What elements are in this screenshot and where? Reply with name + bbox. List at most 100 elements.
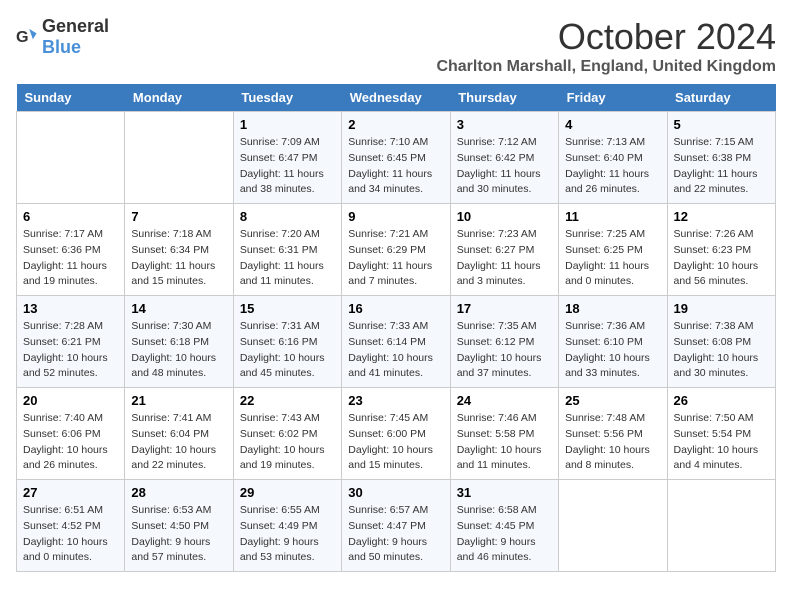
calendar-cell <box>125 112 233 204</box>
logo: G General Blue <box>16 16 109 58</box>
day-detail: Sunrise: 7:26 AMSunset: 6:23 PMDaylight:… <box>674 227 769 290</box>
day-header-sunday: Sunday <box>17 84 125 112</box>
day-number: 2 <box>348 117 443 132</box>
calendar-cell: 15Sunrise: 7:31 AMSunset: 6:16 PMDayligh… <box>233 296 341 388</box>
day-number: 6 <box>23 209 118 224</box>
day-detail: Sunrise: 6:55 AMSunset: 4:49 PMDaylight:… <box>240 503 335 566</box>
day-number: 16 <box>348 301 443 316</box>
day-number: 1 <box>240 117 335 132</box>
header: G General Blue October 2024 Charlton Mar… <box>16 16 776 76</box>
calendar-cell: 1 Sunrise: 7:09 AMSunset: 6:47 PMDaylight… <box>233 112 341 204</box>
calendar-cell: 11Sunrise: 7:25 AMSunset: 6:25 PMDayligh… <box>559 204 667 296</box>
day-number: 14 <box>131 301 226 316</box>
day-number: 12 <box>674 209 769 224</box>
day-detail: Sunrise: 7:35 AMSunset: 6:12 PMDaylight:… <box>457 319 552 382</box>
day-number: 26 <box>674 393 769 408</box>
day-number: 15 <box>240 301 335 316</box>
day-number: 21 <box>131 393 226 408</box>
day-number: 13 <box>23 301 118 316</box>
logo-blue-text: Blue <box>42 37 81 57</box>
week-row-5: 27 Sunrise: 6:51 AMSunset: 4:52 PMDayligh… <box>17 480 776 572</box>
day-headers-row: SundayMondayTuesdayWednesdayThursdayFrid… <box>17 84 776 112</box>
calendar-cell: 10Sunrise: 7:23 AMSunset: 6:27 PMDayligh… <box>450 204 558 296</box>
day-number: 7 <box>131 209 226 224</box>
day-detail: Sunrise: 6:53 AMSunset: 4:50 PMDaylight:… <box>131 503 226 566</box>
day-header-wednesday: Wednesday <box>342 84 450 112</box>
svg-text:G: G <box>16 28 29 46</box>
calendar-cell: 7 Sunrise: 7:18 AMSunset: 6:34 PMDaylight… <box>125 204 233 296</box>
day-detail: Sunrise: 7:38 AMSunset: 6:08 PMDaylight:… <box>674 319 769 382</box>
subtitle: Charlton Marshall, England, United Kingd… <box>436 58 776 76</box>
day-number: 8 <box>240 209 335 224</box>
calendar-cell: 9 Sunrise: 7:21 AMSunset: 6:29 PMDaylight… <box>342 204 450 296</box>
day-number: 29 <box>240 485 335 500</box>
day-detail: Sunrise: 7:43 AMSunset: 6:02 PMDaylight:… <box>240 411 335 474</box>
day-detail: Sunrise: 7:13 AMSunset: 6:40 PMDaylight:… <box>565 135 660 198</box>
calendar-cell: 28 Sunrise: 6:53 AMSunset: 4:50 PMDayligh… <box>125 480 233 572</box>
day-number: 19 <box>674 301 769 316</box>
calendar-cell: 19 Sunrise: 7:38 AMSunset: 6:08 PMDayligh… <box>667 296 775 388</box>
day-number: 18 <box>565 301 660 316</box>
day-detail: Sunrise: 7:09 AMSunset: 6:47 PMDaylight:… <box>240 135 335 198</box>
day-header-thursday: Thursday <box>450 84 558 112</box>
week-row-3: 13 Sunrise: 7:28 AMSunset: 6:21 PMDayligh… <box>17 296 776 388</box>
week-row-1: 1 Sunrise: 7:09 AMSunset: 6:47 PMDaylight… <box>17 112 776 204</box>
day-header-saturday: Saturday <box>667 84 775 112</box>
day-detail: Sunrise: 7:23 AMSunset: 6:27 PMDaylight:… <box>457 227 552 290</box>
day-detail: Sunrise: 7:20 AMSunset: 6:31 PMDaylight:… <box>240 227 335 290</box>
day-number: 28 <box>131 485 226 500</box>
calendar-cell: 26 Sunrise: 7:50 AMSunset: 5:54 PMDayligh… <box>667 388 775 480</box>
day-header-monday: Monday <box>125 84 233 112</box>
day-detail: Sunrise: 7:46 AMSunset: 5:58 PMDaylight:… <box>457 411 552 474</box>
day-number: 11 <box>565 209 660 224</box>
day-detail: Sunrise: 7:33 AMSunset: 6:14 PMDaylight:… <box>348 319 443 382</box>
title-area: October 2024 Charlton Marshall, England,… <box>436 16 776 76</box>
day-number: 25 <box>565 393 660 408</box>
calendar-cell: 5Sunrise: 7:15 AMSunset: 6:38 PMDaylight… <box>667 112 775 204</box>
day-detail: Sunrise: 7:41 AMSunset: 6:04 PMDaylight:… <box>131 411 226 474</box>
day-number: 31 <box>457 485 552 500</box>
day-number: 4 <box>565 117 660 132</box>
day-detail: Sunrise: 7:40 AMSunset: 6:06 PMDaylight:… <box>23 411 118 474</box>
day-detail: Sunrise: 7:30 AMSunset: 6:18 PMDaylight:… <box>131 319 226 382</box>
day-number: 24 <box>457 393 552 408</box>
day-number: 9 <box>348 209 443 224</box>
day-number: 27 <box>23 485 118 500</box>
day-detail: Sunrise: 7:18 AMSunset: 6:34 PMDaylight:… <box>131 227 226 290</box>
calendar-cell: 22 Sunrise: 7:43 AMSunset: 6:02 PMDayligh… <box>233 388 341 480</box>
calendar-cell <box>17 112 125 204</box>
day-header-tuesday: Tuesday <box>233 84 341 112</box>
day-detail: Sunrise: 7:17 AMSunset: 6:36 PMDaylight:… <box>23 227 118 290</box>
day-number: 17 <box>457 301 552 316</box>
calendar-cell: 20 Sunrise: 7:40 AMSunset: 6:06 PMDayligh… <box>17 388 125 480</box>
calendar-cell: 23Sunrise: 7:45 AMSunset: 6:00 PMDayligh… <box>342 388 450 480</box>
calendar-table: SundayMondayTuesdayWednesdayThursdayFrid… <box>16 84 776 572</box>
calendar-cell: 6 Sunrise: 7:17 AMSunset: 6:36 PMDaylight… <box>17 204 125 296</box>
day-detail: Sunrise: 7:28 AMSunset: 6:21 PMDaylight:… <box>23 319 118 382</box>
calendar-cell: 29 Sunrise: 6:55 AMSunset: 4:49 PMDayligh… <box>233 480 341 572</box>
calendar-cell: 30Sunrise: 6:57 AMSunset: 4:47 PMDayligh… <box>342 480 450 572</box>
calendar-cell: 2Sunrise: 7:10 AMSunset: 6:45 PMDaylight… <box>342 112 450 204</box>
day-detail: Sunrise: 7:50 AMSunset: 5:54 PMDaylight:… <box>674 411 769 474</box>
day-detail: Sunrise: 7:21 AMSunset: 6:29 PMDaylight:… <box>348 227 443 290</box>
day-detail: Sunrise: 7:48 AMSunset: 5:56 PMDaylight:… <box>565 411 660 474</box>
day-number: 5 <box>674 117 769 132</box>
day-number: 3 <box>457 117 552 132</box>
calendar-cell: 13 Sunrise: 7:28 AMSunset: 6:21 PMDayligh… <box>17 296 125 388</box>
day-number: 22 <box>240 393 335 408</box>
calendar-cell: 14 Sunrise: 7:30 AMSunset: 6:18 PMDayligh… <box>125 296 233 388</box>
calendar-cell: 27 Sunrise: 6:51 AMSunset: 4:52 PMDayligh… <box>17 480 125 572</box>
calendar-cell: 31 Sunrise: 6:58 AMSunset: 4:45 PMDayligh… <box>450 480 558 572</box>
calendar-cell: 18Sunrise: 7:36 AMSunset: 6:10 PMDayligh… <box>559 296 667 388</box>
calendar-cell: 21 Sunrise: 7:41 AMSunset: 6:04 PMDayligh… <box>125 388 233 480</box>
calendar-cell: 8 Sunrise: 7:20 AMSunset: 6:31 PMDaylight… <box>233 204 341 296</box>
week-row-4: 20 Sunrise: 7:40 AMSunset: 6:06 PMDayligh… <box>17 388 776 480</box>
calendar-cell: 17 Sunrise: 7:35 AMSunset: 6:12 PMDayligh… <box>450 296 558 388</box>
day-detail: Sunrise: 6:51 AMSunset: 4:52 PMDaylight:… <box>23 503 118 566</box>
calendar-cell <box>667 480 775 572</box>
calendar-cell: 16 Sunrise: 7:33 AMSunset: 6:14 PMDayligh… <box>342 296 450 388</box>
calendar-cell: 24 Sunrise: 7:46 AMSunset: 5:58 PMDayligh… <box>450 388 558 480</box>
day-detail: Sunrise: 6:57 AMSunset: 4:47 PMDaylight:… <box>348 503 443 566</box>
day-number: 20 <box>23 393 118 408</box>
day-detail: Sunrise: 6:58 AMSunset: 4:45 PMDaylight:… <box>457 503 552 566</box>
